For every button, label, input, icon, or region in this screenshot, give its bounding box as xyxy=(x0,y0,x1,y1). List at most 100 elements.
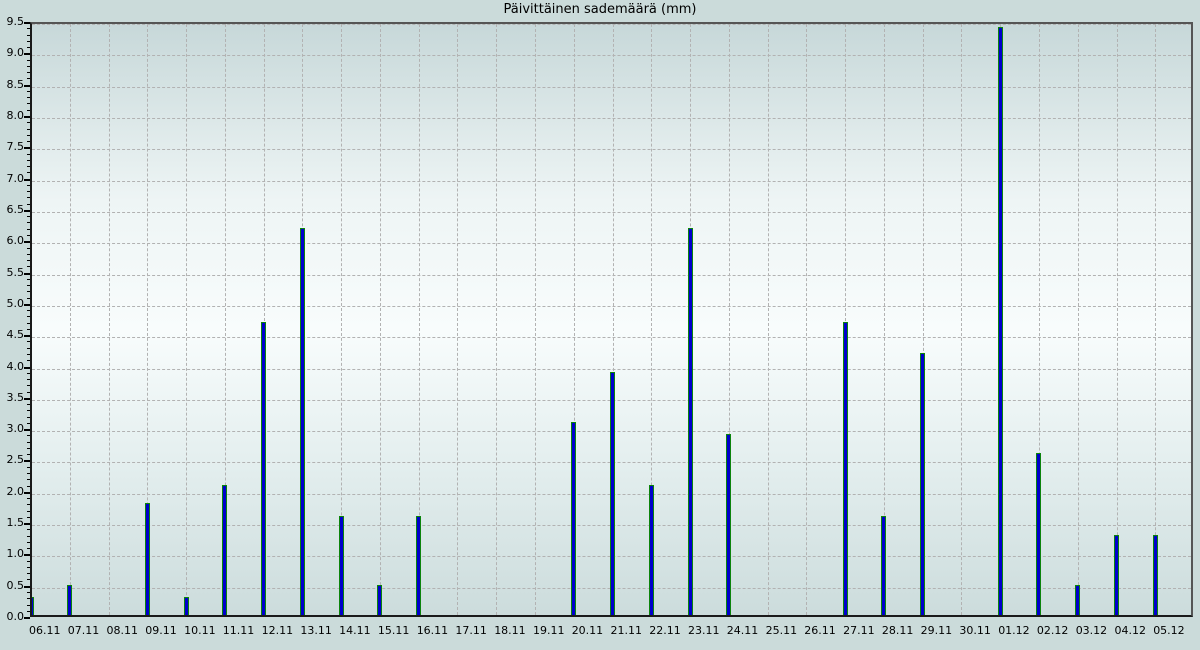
bar-10.11 xyxy=(184,597,189,615)
x-tick-label: 08.11 xyxy=(107,624,139,637)
y-tick-minor xyxy=(27,454,30,455)
y-tick-minor xyxy=(27,185,30,186)
y-tick-minor xyxy=(27,310,30,311)
bar-07.11 xyxy=(67,585,72,615)
y-tick-minor xyxy=(27,41,30,42)
bar-12.11 xyxy=(261,322,266,615)
y-tick-minor xyxy=(27,191,30,192)
gridline-y xyxy=(32,369,1191,370)
y-tick-label: 8.5 xyxy=(0,79,24,91)
x-tick-label: 11.11 xyxy=(223,624,255,637)
y-tick-minor xyxy=(27,248,30,249)
gridline-x xyxy=(535,24,536,615)
y-tick-minor xyxy=(27,354,30,355)
y-tick-minor xyxy=(27,504,30,505)
y-tick-minor xyxy=(27,122,30,123)
bar-16.11 xyxy=(416,516,421,615)
y-tick-minor xyxy=(27,216,30,217)
y-tick-minor xyxy=(27,35,30,36)
y-tick-label: 7.5 xyxy=(0,141,24,153)
bar-15.11 xyxy=(377,585,382,615)
y-tick-major xyxy=(24,492,30,494)
x-tick-label: 19.11 xyxy=(533,624,565,637)
gridline-x xyxy=(457,24,458,615)
y-tick-minor xyxy=(27,222,30,223)
y-tick-minor xyxy=(27,235,30,236)
y-tick-label: 4.5 xyxy=(0,329,24,341)
gridline-y xyxy=(32,118,1191,119)
y-tick-minor xyxy=(27,498,30,499)
y-tick-major xyxy=(24,210,30,212)
y-tick-minor xyxy=(27,47,30,48)
x-tick-label: 06.11 xyxy=(29,624,61,637)
y-tick-minor xyxy=(27,348,30,349)
y-tick-label: 4.0 xyxy=(0,361,24,373)
y-tick-minor xyxy=(27,291,30,292)
x-tick-label: 03.12 xyxy=(1076,624,1108,637)
y-tick-minor xyxy=(27,28,30,29)
y-tick-minor xyxy=(27,561,30,562)
y-tick-minor xyxy=(27,197,30,198)
y-tick-label: 3.0 xyxy=(0,423,24,435)
y-tick-minor xyxy=(27,66,30,67)
y-tick-minor xyxy=(27,60,30,61)
y-tick-minor xyxy=(27,285,30,286)
y-tick-major xyxy=(24,523,30,525)
y-tick-major xyxy=(24,241,30,243)
gridline-x xyxy=(109,24,110,615)
bar-23.11 xyxy=(688,228,693,615)
gridline-y xyxy=(32,306,1191,307)
y-tick-minor xyxy=(27,592,30,593)
y-tick-label: 3.5 xyxy=(0,392,24,404)
y-tick-label: 6.0 xyxy=(0,235,24,247)
y-tick-minor xyxy=(27,448,30,449)
y-tick-label: 0.0 xyxy=(0,611,24,623)
y-tick-minor xyxy=(27,316,30,317)
y-tick-label: 7.0 xyxy=(0,173,24,185)
y-tick-label: 9.5 xyxy=(0,16,24,28)
y-tick-major xyxy=(24,85,30,87)
y-tick-major xyxy=(24,116,30,118)
y-tick-minor xyxy=(27,298,30,299)
y-tick-major xyxy=(24,335,30,337)
x-tick-label: 15.11 xyxy=(378,624,410,637)
x-tick-label: 27.11 xyxy=(843,624,875,637)
y-tick-label: 0.5 xyxy=(0,580,24,592)
x-tick-label: 13.11 xyxy=(300,624,332,637)
y-tick-minor xyxy=(27,567,30,568)
x-tick-label: 17.11 xyxy=(455,624,487,637)
gridline-x xyxy=(70,24,71,615)
bar-05.12 xyxy=(1153,535,1158,615)
bar-02.12 xyxy=(1036,453,1041,615)
y-tick-label: 5.0 xyxy=(0,298,24,310)
y-tick-minor xyxy=(27,404,30,405)
gridline-x xyxy=(1155,24,1156,615)
gridline-y xyxy=(32,55,1191,56)
y-tick-major xyxy=(24,147,30,149)
x-tick-label: 28.11 xyxy=(882,624,914,637)
y-tick-label: 9.0 xyxy=(0,47,24,59)
y-tick-minor xyxy=(27,410,30,411)
y-tick-minor xyxy=(27,435,30,436)
x-tick-label: 21.11 xyxy=(611,624,643,637)
y-tick-minor xyxy=(27,573,30,574)
y-tick-minor xyxy=(27,135,30,136)
y-tick-major xyxy=(24,273,30,275)
y-tick-minor xyxy=(27,97,30,98)
y-tick-minor xyxy=(27,360,30,361)
y-tick-major xyxy=(24,554,30,556)
bar-06.11 xyxy=(30,597,34,615)
y-tick-label: 1.5 xyxy=(0,517,24,529)
y-tick-minor xyxy=(27,91,30,92)
y-tick-minor xyxy=(27,473,30,474)
gridline-x xyxy=(1078,24,1079,615)
y-tick-minor xyxy=(27,329,30,330)
y-tick-minor xyxy=(27,548,30,549)
y-tick-minor xyxy=(27,611,30,612)
x-tick-label: 04.12 xyxy=(1115,624,1147,637)
y-tick-minor xyxy=(27,323,30,324)
x-tick-label: 01.12 xyxy=(998,624,1030,637)
y-tick-label: 1.0 xyxy=(0,548,24,560)
y-tick-minor xyxy=(27,279,30,280)
gridline-y xyxy=(32,337,1191,338)
